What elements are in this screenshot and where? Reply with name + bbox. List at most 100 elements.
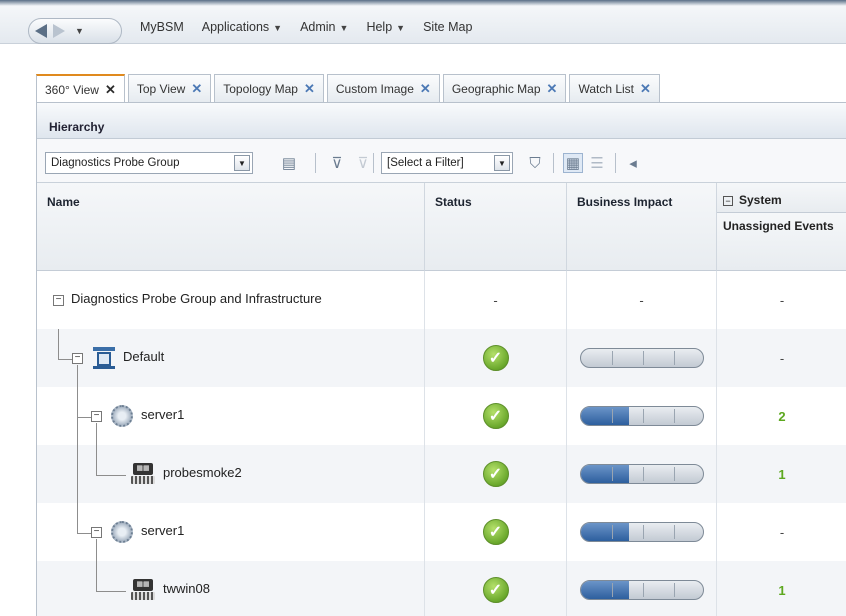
status-ok-icon: ✓ xyxy=(482,577,509,603)
business-impact-bar xyxy=(579,464,704,484)
tree-line xyxy=(77,417,91,418)
table-row[interactable]: − Default ✓ - xyxy=(37,329,846,387)
tree-view-icon[interactable]: ▦ xyxy=(563,153,583,173)
toolbar-divider xyxy=(373,153,374,173)
view-select[interactable]: Diagnostics Probe Group ▼ xyxy=(45,152,253,174)
tree-line xyxy=(96,539,97,561)
filter-icon[interactable]: ⊽ xyxy=(327,153,347,173)
name-cell: − Diagnostics Probe Group and Infrastruc… xyxy=(37,271,425,329)
business-impact-cell xyxy=(567,561,717,616)
close-icon[interactable]: ✕ xyxy=(547,81,558,97)
status-cell: ✓ xyxy=(425,387,567,445)
table-row[interactable]: − server1 ✓ - xyxy=(37,503,846,561)
clear-filter-icon: ⊽ xyxy=(357,155,369,172)
business-impact-bar xyxy=(579,580,704,600)
node-label[interactable]: probesmoke2 xyxy=(163,465,242,480)
list-view-icon[interactable]: ☰ xyxy=(587,153,607,173)
business-impact-bar xyxy=(579,406,704,426)
tab-top-view[interactable]: Top View ✕ xyxy=(127,74,212,102)
tab-360-view[interactable]: 360° View ✕ xyxy=(36,74,125,103)
back-arrow-icon[interactable] xyxy=(35,24,47,38)
business-impact-cell xyxy=(567,445,717,503)
tree-line xyxy=(58,359,72,360)
chevron-down-icon[interactable]: ▼ xyxy=(234,155,250,171)
name-cell: ▦▦ twwin08 xyxy=(37,561,425,616)
probe-host-icon: ▦▦ xyxy=(131,579,155,601)
topbar-shadow xyxy=(0,0,846,6)
status-cell: ✓ xyxy=(425,445,567,503)
unassigned-events-cell: 1 xyxy=(778,466,786,482)
tree-line xyxy=(77,503,78,533)
collapse-icon[interactable]: − xyxy=(72,353,83,364)
history-dropdown-icon[interactable]: ▼ xyxy=(75,26,84,36)
close-icon[interactable]: ✕ xyxy=(640,81,651,97)
status-ok-icon: ✓ xyxy=(482,403,509,429)
tree-line xyxy=(77,533,91,534)
status-cell: ✓ xyxy=(425,329,567,387)
close-icon[interactable]: ✕ xyxy=(420,81,431,97)
node-label[interactable]: twwin08 xyxy=(163,581,210,596)
name-cell: ▦▦ probesmoke2 xyxy=(37,445,425,503)
table-row[interactable]: ▦▦ probesmoke2 ✓ 1 xyxy=(37,445,846,503)
name-cell: − server1 xyxy=(37,503,425,561)
tree-line xyxy=(58,329,59,359)
collapse-icon[interactable]: − xyxy=(91,411,102,422)
view-properties-icon[interactable]: ▤ xyxy=(279,153,299,173)
status-ok-icon: ✓ xyxy=(482,461,509,487)
menu-mybsm[interactable]: MyBSM xyxy=(140,20,184,34)
collapse-icon[interactable]: − xyxy=(53,295,64,306)
tree-line xyxy=(96,591,126,592)
hierarchy-toolbar: Diagnostics Probe Group ▼ ▤ ⊽ ⊽ [Select … xyxy=(37,139,846,183)
table-row[interactable]: ▦▦ twwin08 ✓ 1 xyxy=(37,561,846,616)
close-icon[interactable]: ✕ xyxy=(304,81,315,97)
tab-watch-list[interactable]: Watch List ✕ xyxy=(569,74,660,102)
business-impact-cell: - xyxy=(567,271,717,329)
tab-geographic-map[interactable]: Geographic Map ✕ xyxy=(442,74,567,102)
sound-icon[interactable]: ◂ xyxy=(623,153,643,173)
tree-line xyxy=(77,445,78,503)
node-label[interactable]: server1 xyxy=(141,523,184,538)
column-header-unassigned-events[interactable]: Unassigned Events xyxy=(717,213,846,271)
business-impact-bar xyxy=(579,348,704,368)
column-header-status[interactable]: Status xyxy=(425,183,567,271)
business-impact-cell xyxy=(567,329,717,387)
column-header-business-impact[interactable]: Business Impact xyxy=(567,183,717,271)
tree-line xyxy=(96,423,97,445)
chevron-down-icon: ▼ xyxy=(396,23,406,33)
toolbar-divider xyxy=(615,153,616,173)
hierarchy-panel: Hierarchy Diagnostics Probe Group ▼ ▤ ⊽ … xyxy=(36,102,846,616)
node-label[interactable]: Diagnostics Probe Group and Infrastructu… xyxy=(71,291,322,306)
chevron-down-icon[interactable]: ▼ xyxy=(494,155,510,171)
unassigned-events-cell: - xyxy=(779,292,785,308)
tree-line xyxy=(77,387,78,445)
chevron-down-icon: ▼ xyxy=(339,23,349,33)
probe-host-icon: ▦▦ xyxy=(131,463,155,485)
close-icon[interactable]: ✕ xyxy=(105,82,116,98)
menu-site-map[interactable]: Site Map xyxy=(423,20,472,34)
filter-settings-icon[interactable]: ⛉ xyxy=(525,153,545,173)
filter-select[interactable]: [Select a Filter] ▼ xyxy=(381,152,513,174)
table-row[interactable]: − server1 ✓ 2 xyxy=(37,387,846,445)
business-impact-bar xyxy=(579,522,704,542)
node-label[interactable]: server1 xyxy=(141,407,184,422)
tree-line xyxy=(96,445,97,475)
column-header-name[interactable]: Name xyxy=(37,183,425,271)
menu-help[interactable]: Help ▼ xyxy=(366,20,405,34)
collapse-icon[interactable]: − xyxy=(723,196,733,206)
table-row[interactable]: − Diagnostics Probe Group and Infrastruc… xyxy=(37,271,846,329)
close-icon[interactable]: ✕ xyxy=(191,81,202,97)
tree-line xyxy=(96,475,126,476)
unassigned-events-cell: 2 xyxy=(778,408,786,424)
column-group-system[interactable]: − System xyxy=(717,183,846,213)
status-cell: ✓ xyxy=(425,561,567,616)
business-impact-cell xyxy=(567,387,717,445)
tab-custom-image[interactable]: Custom Image ✕ xyxy=(326,74,440,102)
tab-topology-map[interactable]: Topology Map ✕ xyxy=(214,74,324,102)
collapse-icon[interactable]: − xyxy=(91,527,102,538)
menu-admin[interactable]: Admin ▼ xyxy=(300,20,348,34)
node-label[interactable]: Default xyxy=(123,349,164,364)
tree-line xyxy=(77,365,78,387)
forward-arrow-icon[interactable] xyxy=(53,24,65,38)
toolbar-divider xyxy=(553,153,554,173)
menu-applications[interactable]: Applications ▼ xyxy=(202,20,282,34)
